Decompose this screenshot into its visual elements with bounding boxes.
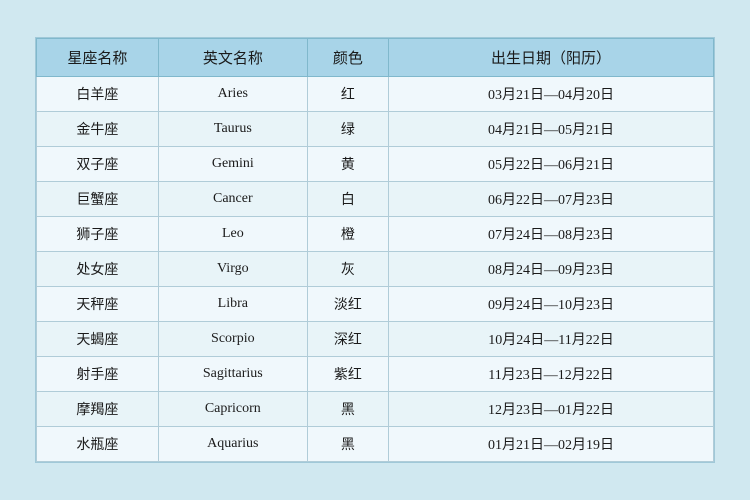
cell-english: Aries	[158, 77, 307, 112]
cell-chinese: 白羊座	[37, 77, 159, 112]
cell-color: 绿	[307, 112, 388, 147]
table-body: 白羊座Aries红03月21日—04月20日金牛座Taurus绿04月21日—0…	[37, 77, 714, 462]
cell-english: Gemini	[158, 147, 307, 182]
table-row: 双子座Gemini黄05月22日—06月21日	[37, 147, 714, 182]
cell-chinese: 水瓶座	[37, 427, 159, 462]
table-row: 天蝎座Scorpio深红10月24日—11月22日	[37, 322, 714, 357]
table-row: 水瓶座Aquarius黑01月21日—02月19日	[37, 427, 714, 462]
cell-dates: 10月24日—11月22日	[389, 322, 714, 357]
cell-color: 黑	[307, 427, 388, 462]
cell-chinese: 摩羯座	[37, 392, 159, 427]
cell-dates: 04月21日—05月21日	[389, 112, 714, 147]
table-row: 天秤座Libra淡红09月24日—10月23日	[37, 287, 714, 322]
table-row: 摩羯座Capricorn黑12月23日—01月22日	[37, 392, 714, 427]
cell-english: Libra	[158, 287, 307, 322]
cell-chinese: 金牛座	[37, 112, 159, 147]
cell-color: 紫红	[307, 357, 388, 392]
cell-english: Sagittarius	[158, 357, 307, 392]
cell-chinese: 狮子座	[37, 217, 159, 252]
cell-english: Capricorn	[158, 392, 307, 427]
zodiac-table-container: 星座名称 英文名称 颜色 出生日期（阳历） 白羊座Aries红03月21日—04…	[35, 37, 715, 463]
cell-dates: 01月21日—02月19日	[389, 427, 714, 462]
zodiac-table: 星座名称 英文名称 颜色 出生日期（阳历） 白羊座Aries红03月21日—04…	[36, 38, 714, 462]
table-row: 巨蟹座Cancer白06月22日—07月23日	[37, 182, 714, 217]
cell-english: Taurus	[158, 112, 307, 147]
cell-english: Leo	[158, 217, 307, 252]
cell-chinese: 射手座	[37, 357, 159, 392]
cell-color: 深红	[307, 322, 388, 357]
cell-english: Scorpio	[158, 322, 307, 357]
cell-color: 灰	[307, 252, 388, 287]
cell-color: 黄	[307, 147, 388, 182]
cell-dates: 07月24日—08月23日	[389, 217, 714, 252]
cell-dates: 12月23日—01月22日	[389, 392, 714, 427]
cell-color: 红	[307, 77, 388, 112]
cell-chinese: 天蝎座	[37, 322, 159, 357]
header-chinese: 星座名称	[37, 39, 159, 77]
cell-color: 黑	[307, 392, 388, 427]
cell-chinese: 双子座	[37, 147, 159, 182]
header-english: 英文名称	[158, 39, 307, 77]
cell-english: Aquarius	[158, 427, 307, 462]
cell-dates: 08月24日—09月23日	[389, 252, 714, 287]
cell-color: 白	[307, 182, 388, 217]
cell-color: 淡红	[307, 287, 388, 322]
header-date: 出生日期（阳历）	[389, 39, 714, 77]
cell-english: Virgo	[158, 252, 307, 287]
table-row: 处女座Virgo灰08月24日—09月23日	[37, 252, 714, 287]
header-color: 颜色	[307, 39, 388, 77]
cell-dates: 05月22日—06月21日	[389, 147, 714, 182]
table-row: 狮子座Leo橙07月24日—08月23日	[37, 217, 714, 252]
table-row: 白羊座Aries红03月21日—04月20日	[37, 77, 714, 112]
cell-dates: 06月22日—07月23日	[389, 182, 714, 217]
table-row: 射手座Sagittarius紫红11月23日—12月22日	[37, 357, 714, 392]
cell-chinese: 巨蟹座	[37, 182, 159, 217]
cell-chinese: 处女座	[37, 252, 159, 287]
cell-dates: 03月21日—04月20日	[389, 77, 714, 112]
cell-dates: 09月24日—10月23日	[389, 287, 714, 322]
cell-english: Cancer	[158, 182, 307, 217]
cell-dates: 11月23日—12月22日	[389, 357, 714, 392]
cell-color: 橙	[307, 217, 388, 252]
table-header-row: 星座名称 英文名称 颜色 出生日期（阳历）	[37, 39, 714, 77]
table-row: 金牛座Taurus绿04月21日—05月21日	[37, 112, 714, 147]
cell-chinese: 天秤座	[37, 287, 159, 322]
